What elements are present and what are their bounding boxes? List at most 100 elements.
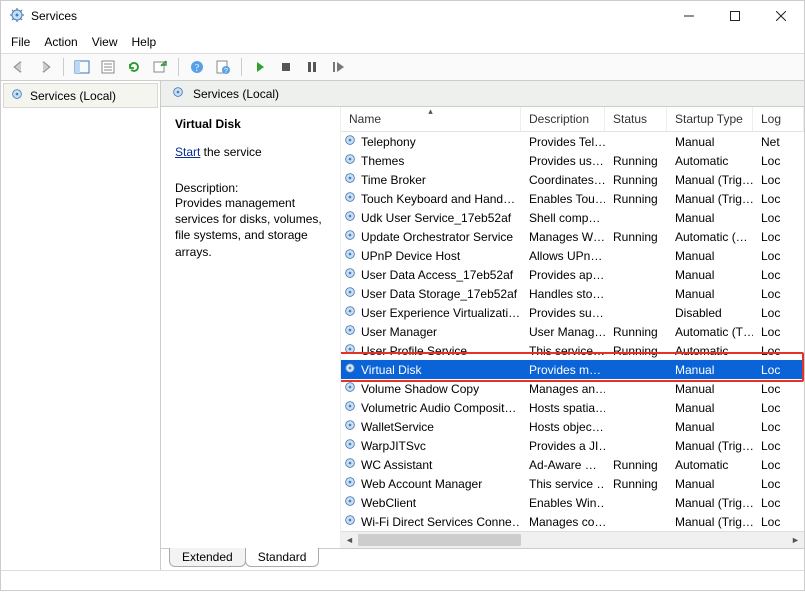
- menu-view[interactable]: View: [92, 35, 118, 49]
- close-button[interactable]: [758, 1, 804, 31]
- service-startup-type: Manual: [667, 401, 753, 415]
- service-row[interactable]: Volumetric Audio Composit…Hosts spatia…M…: [341, 398, 804, 417]
- navigation-pane: Services (Local): [1, 81, 161, 570]
- tab-standard[interactable]: Standard: [245, 548, 320, 567]
- pause-service-button[interactable]: [300, 56, 324, 78]
- scroll-thumb[interactable]: [358, 534, 521, 546]
- service-log-on-as: Loc: [753, 458, 804, 472]
- gear-icon: [343, 304, 357, 321]
- gear-icon: [343, 399, 357, 416]
- service-startup-type: Manual: [667, 287, 753, 301]
- service-log-on-as: Loc: [753, 325, 804, 339]
- service-row[interactable]: User Data Access_17eb52afProvides ap…Man…: [341, 265, 804, 284]
- gear-icon: [343, 152, 357, 169]
- view-tabs: Extended Standard: [161, 548, 804, 570]
- service-row[interactable]: ThemesProvides us…RunningAutomaticLoc: [341, 151, 804, 170]
- service-row[interactable]: User Profile ServiceThis service…Running…: [341, 341, 804, 360]
- service-startup-type: Manual: [667, 382, 753, 396]
- service-row[interactable]: Time BrokerCoordinates…RunningManual (Tr…: [341, 170, 804, 189]
- service-description: Provides us…: [521, 154, 605, 168]
- service-name: Update Orchestrator Service: [361, 230, 513, 244]
- service-log-on-as: Loc: [753, 230, 804, 244]
- nav-services-local[interactable]: Services (Local): [3, 83, 158, 108]
- service-row[interactable]: TelephonyProvides Tel…ManualNet: [341, 132, 804, 151]
- scroll-left-icon[interactable]: ◄: [341, 532, 358, 549]
- column-startup-type[interactable]: Startup Type: [667, 107, 753, 131]
- service-row[interactable]: WarpJITSvcProvides a JI…Manual (Trig…Loc: [341, 436, 804, 455]
- gear-icon: [343, 418, 357, 435]
- column-name[interactable]: Name ▴: [341, 107, 521, 131]
- help-button[interactable]: ?: [185, 56, 209, 78]
- export-list-button[interactable]: [148, 56, 172, 78]
- service-description: Manages co…: [521, 515, 605, 529]
- scroll-track[interactable]: [358, 532, 787, 548]
- service-row[interactable]: Update Orchestrator ServiceManages W…Run…: [341, 227, 804, 246]
- content-header: Services (Local): [161, 81, 804, 107]
- column-log-on-as[interactable]: Log: [753, 107, 804, 131]
- service-log-on-as: Loc: [753, 192, 804, 206]
- service-log-on-as: Loc: [753, 439, 804, 453]
- menu-action[interactable]: Action: [44, 35, 77, 49]
- gear-icon: [343, 361, 357, 378]
- gear-icon: [343, 380, 357, 397]
- service-row[interactable]: User Data Storage_17eb52afHandles sto…Ma…: [341, 284, 804, 303]
- gear-icon: [343, 247, 357, 264]
- service-row[interactable]: Touch Keyboard and Hand…Enables Tou…Runn…: [341, 189, 804, 208]
- service-description: Manages W…: [521, 230, 605, 244]
- service-row[interactable]: Web Account ManagerThis service …Running…: [341, 474, 804, 493]
- tab-extended[interactable]: Extended: [169, 548, 246, 567]
- service-row[interactable]: WebClientEnables Win…Manual (Trig…Loc: [341, 493, 804, 512]
- service-startup-type: Automatic (…: [667, 230, 753, 244]
- stop-service-button[interactable]: [274, 56, 298, 78]
- service-row[interactable]: Volume Shadow CopyManages an…ManualLoc: [341, 379, 804, 398]
- gear-icon: [171, 85, 185, 102]
- back-button[interactable]: [7, 56, 31, 78]
- status-bar: [1, 570, 804, 592]
- gear-icon: [343, 171, 357, 188]
- scroll-right-icon[interactable]: ►: [787, 532, 804, 549]
- service-row[interactable]: User ManagerUser Manag…RunningAutomatic …: [341, 322, 804, 341]
- gear-icon: [343, 190, 357, 207]
- service-name: Volume Shadow Copy: [361, 382, 479, 396]
- minimize-button[interactable]: [666, 1, 712, 31]
- maximize-button[interactable]: [712, 1, 758, 31]
- start-suffix: the service: [200, 145, 261, 159]
- service-description: Provides m…: [521, 363, 605, 377]
- service-row[interactable]: Udk User Service_17eb52afShell comp…Manu…: [341, 208, 804, 227]
- service-row[interactable]: WC AssistantAd-Aware …RunningAutomaticLo…: [341, 455, 804, 474]
- menu-help[interactable]: Help: [132, 35, 157, 49]
- service-log-on-as: Loc: [753, 401, 804, 415]
- start-service-button[interactable]: [248, 56, 272, 78]
- start-service-link[interactable]: Start: [175, 145, 200, 159]
- service-log-on-as: Loc: [753, 477, 804, 491]
- gear-icon: [343, 513, 357, 530]
- content-header-title: Services (Local): [193, 87, 279, 101]
- service-row[interactable]: UPnP Device HostAllows UPn…ManualLoc: [341, 246, 804, 265]
- service-startup-type: Manual (Trig…: [667, 496, 753, 510]
- list-body[interactable]: TelephonyProvides Tel…ManualNetThemesPro…: [341, 132, 804, 531]
- help-topic-button[interactable]: ?: [211, 56, 235, 78]
- restart-service-button[interactable]: [326, 56, 350, 78]
- service-startup-type: Manual: [667, 268, 753, 282]
- service-name: UPnP Device Host: [361, 249, 460, 263]
- column-status[interactable]: Status: [605, 107, 667, 131]
- service-startup-type: Manual: [667, 420, 753, 434]
- refresh-button[interactable]: [122, 56, 146, 78]
- service-row[interactable]: User Experience Virtualizati…Provides su…: [341, 303, 804, 322]
- service-name: Volumetric Audio Composit…: [361, 401, 516, 415]
- forward-button[interactable]: [33, 56, 57, 78]
- service-row[interactable]: WalletServiceHosts objec…ManualLoc: [341, 417, 804, 436]
- gear-icon: [343, 342, 357, 359]
- service-name: User Experience Virtualizati…: [361, 306, 520, 320]
- horizontal-scrollbar[interactable]: ◄ ►: [341, 531, 804, 548]
- service-name: WarpJITSvc: [361, 439, 426, 453]
- service-log-on-as: Loc: [753, 496, 804, 510]
- properties-button[interactable]: [96, 56, 120, 78]
- show-hide-tree-button[interactable]: [70, 56, 94, 78]
- title-bar: Services: [1, 1, 804, 31]
- service-row[interactable]: Wi-Fi Direct Services Conne…Manages co…M…: [341, 512, 804, 531]
- service-row[interactable]: Virtual DiskProvides m…ManualLoc: [341, 360, 804, 379]
- menu-file[interactable]: File: [11, 35, 30, 49]
- column-description[interactable]: Description: [521, 107, 605, 131]
- service-name: User Data Storage_17eb52af: [361, 287, 517, 301]
